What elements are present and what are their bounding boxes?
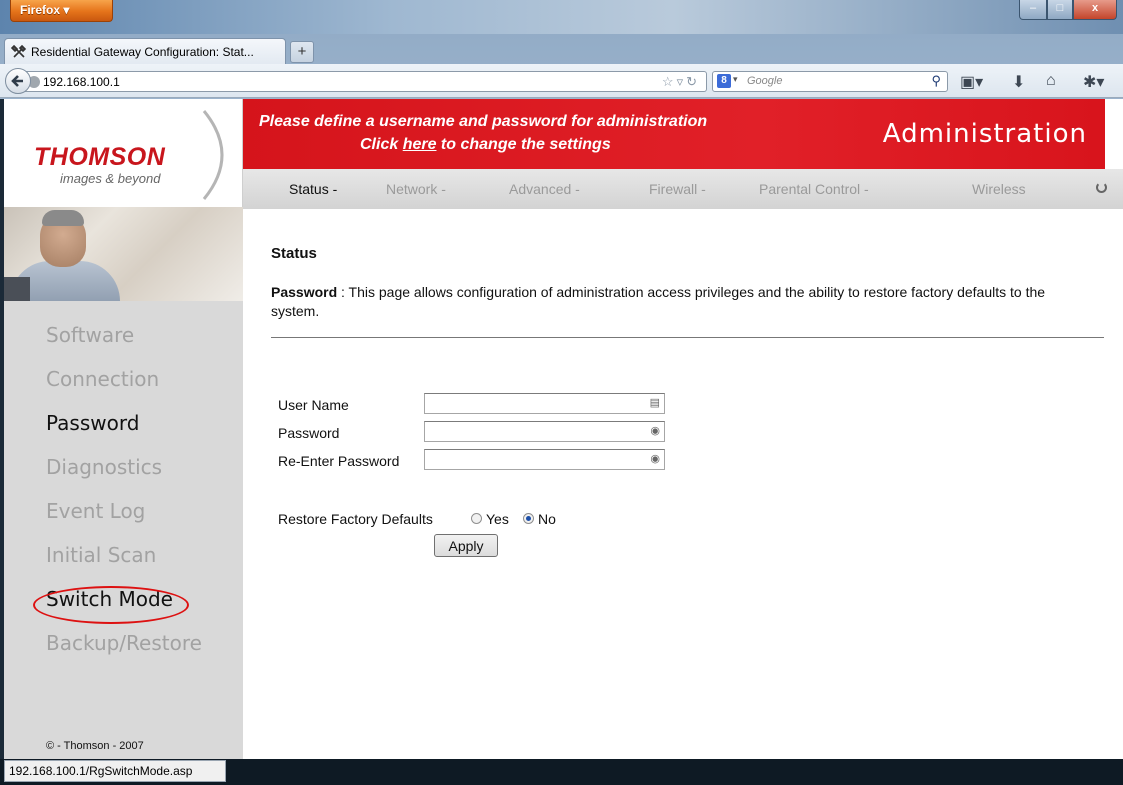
sidebar-item-software[interactable]: Software <box>46 323 202 367</box>
description-label: Password <box>271 284 338 300</box>
bookmark-star-icon[interactable]: ☆▿↻ <box>662 74 700 90</box>
search-box[interactable]: 8 ▾ Google ⚲ <box>712 71 948 92</box>
addon-icon[interactable]: ✱▾ <box>1083 72 1104 92</box>
loading-spinner-icon <box>1096 182 1107 193</box>
description-text: : This page allows configuration of admi… <box>271 284 1046 319</box>
status-bar: 192.168.100.1/RgSwitchMode.asp <box>0 759 1123 785</box>
banner-line2-suffix: to change the settings <box>436 136 611 153</box>
here-link[interactable]: here <box>403 136 437 153</box>
download-icon[interactable]: ⬇ <box>1012 72 1025 92</box>
search-icon[interactable]: ⚲ <box>931 73 941 89</box>
navigation-toolbar: 192.168.100.1 ☆▿↻ 8 ▾ Google ⚲ ▣▾ ⬇ ⌂ ✱▾ <box>0 64 1123 98</box>
tab-active[interactable]: Residential Gateway Configuration: Stat.… <box>4 38 286 65</box>
tab-parental-control[interactable]: Parental Control - <box>759 181 869 197</box>
sidebar-item-backup-restore[interactable]: Backup/Restore <box>46 631 202 675</box>
username-field[interactable]: ▤ <box>424 393 665 414</box>
copyright-text: © - Thomson - 2007 <box>46 740 144 752</box>
header-photo <box>0 207 243 301</box>
logo-tagline: images & beyond <box>60 171 161 186</box>
url-text: 192.168.100.1 <box>43 75 120 89</box>
sidebar-item-initial-scan[interactable]: Initial Scan <box>46 543 202 587</box>
thomson-logo: THOMSON <box>34 143 166 171</box>
tab-firewall[interactable]: Firewall - <box>649 181 706 197</box>
tab-advanced[interactable]: Advanced - <box>509 181 580 197</box>
minimize-button[interactable]: – <box>1019 0 1047 20</box>
restore-yes-radio[interactable] <box>471 513 482 524</box>
password-field[interactable]: ◉ <box>424 421 665 442</box>
chevron-down-icon[interactable]: ▾ <box>733 74 738 85</box>
back-arrow-icon <box>11 75 23 87</box>
logo-arc-icon <box>202 110 224 200</box>
reenter-password-label: Re-Enter Password <box>278 453 400 469</box>
restore-no-radio[interactable] <box>523 513 534 524</box>
title-bar: Firefox ▾ – □ x <box>0 0 1123 34</box>
banner-message-line2: Click here to change the settings <box>360 136 611 154</box>
restore-no-label: No <box>538 511 556 527</box>
sidebar-item-diagnostics[interactable]: Diagnostics <box>46 455 202 499</box>
firefox-menu-button[interactable]: Firefox ▾ <box>10 0 113 22</box>
bookmarks-icon[interactable]: ▣▾ <box>960 72 983 92</box>
highlight-circle <box>33 586 189 624</box>
sidebar-item-connection[interactable]: Connection <box>46 367 202 411</box>
window-left-edge <box>0 99 4 759</box>
google-icon[interactable]: 8 <box>717 74 731 88</box>
home-icon[interactable]: ⌂ <box>1046 72 1056 90</box>
url-bar[interactable]: 192.168.100.1 ☆▿↻ <box>21 71 707 92</box>
tab-title: Residential Gateway Configuration: Stat.… <box>31 45 254 59</box>
sidebar-item-password[interactable]: Password <box>46 411 202 455</box>
status-url: 192.168.100.1/RgSwitchMode.asp <box>4 760 226 782</box>
password-label: Password <box>278 425 340 441</box>
close-button[interactable]: x <box>1073 0 1117 20</box>
restore-yes-label: Yes <box>486 511 509 527</box>
key-icon: ◉ <box>650 425 660 437</box>
tab-wireless[interactable]: Wireless <box>972 181 1026 197</box>
top-nav: Status - Network - Advanced - Firewall -… <box>243 169 1123 209</box>
banner-message-line1: Please define a username and password fo… <box>259 113 708 130</box>
apply-button[interactable]: Apply <box>434 534 498 557</box>
window-controls: – □ x <box>1019 0 1117 20</box>
photo-hair <box>42 210 84 226</box>
restore-defaults-label: Restore Factory Defaults <box>278 511 433 527</box>
browser-window: Firefox ▾ – □ x Residential Gateway Conf… <box>0 0 1123 785</box>
left-column: THOMSON images & beyond Software Connect… <box>0 99 243 759</box>
contact-card-icon: ▤ <box>649 397 660 409</box>
tab-network[interactable]: Network - <box>386 181 446 197</box>
banner-line2-prefix: Click <box>360 136 403 153</box>
back-button[interactable] <box>5 68 31 94</box>
page-title: Status <box>271 245 317 262</box>
tools-icon <box>11 44 27 58</box>
key-icon: ◉ <box>650 453 660 465</box>
maximize-button[interactable]: □ <box>1047 0 1073 20</box>
username-label: User Name <box>278 397 349 413</box>
sidebar-item-event-log[interactable]: Event Log <box>46 499 202 543</box>
photo-laptop <box>0 277 30 301</box>
web-page: THOMSON images & beyond Software Connect… <box>0 99 1123 759</box>
divider <box>271 337 1104 338</box>
page-description: Password : This page allows configuratio… <box>271 283 1091 321</box>
firefox-menu-label: Firefox <box>20 3 61 17</box>
reenter-password-field[interactable]: ◉ <box>424 449 665 470</box>
tab-strip: Residential Gateway Configuration: Stat.… <box>0 34 1123 65</box>
tab-status[interactable]: Status - <box>289 181 337 197</box>
logo-area: THOMSON images & beyond <box>0 99 243 207</box>
admin-banner: Please define a username and password fo… <box>243 99 1105 169</box>
section-title: Administration <box>882 119 1087 149</box>
new-tab-button[interactable]: + <box>290 41 314 63</box>
search-placeholder: Google <box>747 75 783 87</box>
